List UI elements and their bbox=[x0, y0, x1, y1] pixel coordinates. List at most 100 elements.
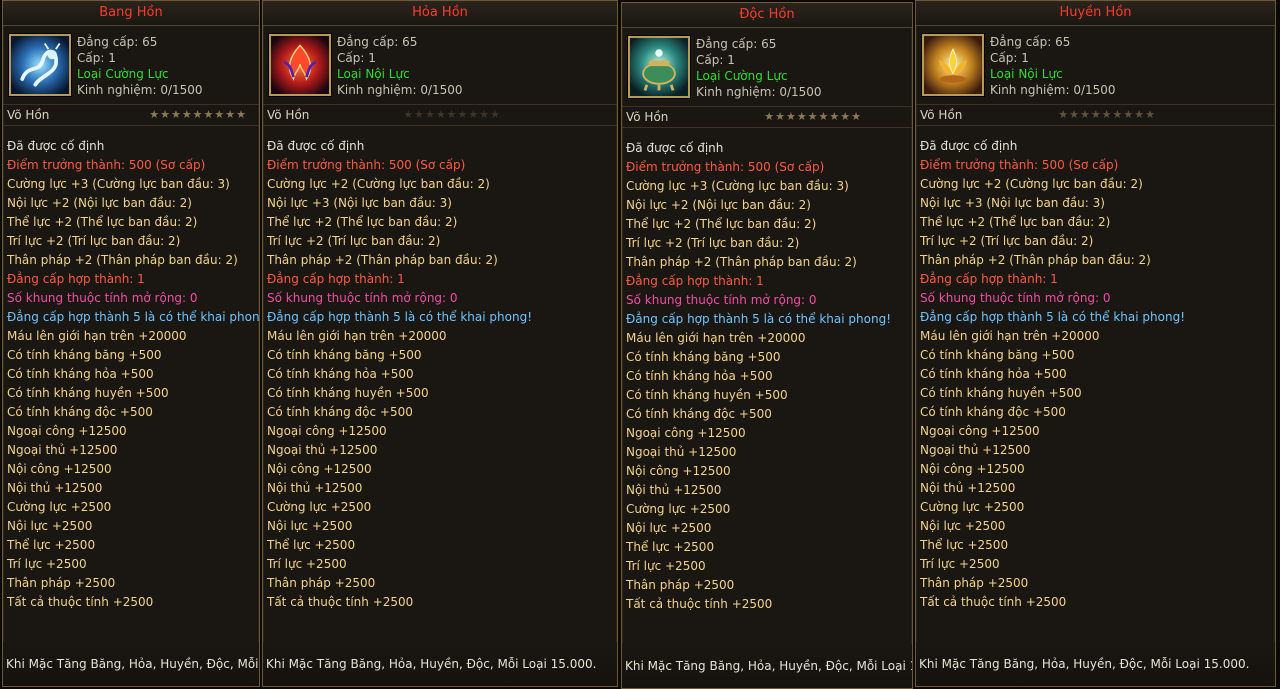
stat-line: Thể lực +2500 bbox=[7, 538, 96, 552]
stat-line: Nội thủ +12500 bbox=[7, 481, 103, 495]
vo-hon-row: Võ Hồn ★★★★★★★★★ bbox=[263, 105, 617, 126]
stat-list: Đã được cố định Điểm trưởng thành: 500 (… bbox=[3, 126, 259, 643]
stat-line: Cường lực +2500 bbox=[626, 502, 731, 516]
stat-line: Có tính kháng băng +500 bbox=[626, 350, 781, 364]
stat-line: Đã được cố định bbox=[626, 141, 724, 155]
stat-line: Có tính kháng độc +500 bbox=[626, 407, 772, 421]
stat-line: Nội công +12500 bbox=[920, 462, 1025, 476]
stat-line: Trí lực +2 (Trí lực ban đầu: 2) bbox=[267, 234, 441, 248]
stat-line: Có tính kháng huyền +500 bbox=[7, 386, 169, 400]
stat-line: Ngoại công +12500 bbox=[7, 424, 127, 438]
stat-line: Đẳng cấp hợp thành 5 là có thể khai phon… bbox=[920, 310, 1186, 324]
item-footer: Khi Mặc Tăng Băng, Hỏa, Huyền, Độc, Mỗi … bbox=[916, 642, 1275, 686]
item-meta: Đẳng cấp: 65 Cấp: 1 Loại Cường Lực Kinh … bbox=[77, 34, 203, 98]
item-tooltip-hoa-hon: Hỏa Hồn Đẳng cấp: 65 Cấp: 1 Loại Nội Lực… bbox=[262, 0, 618, 687]
stat-line: Thân pháp +2500 bbox=[920, 576, 1029, 590]
item-footer: Khi Mặc Tăng Băng, Hỏa, Huyền, Độc, Mỗi … bbox=[622, 644, 912, 688]
item-tooltip-doc-hon: Độc Hồn Đẳng cấp: 65 Cấp: 1 Loại Cường L… bbox=[621, 2, 913, 689]
stat-line: Thân pháp +2500 bbox=[267, 576, 376, 590]
stat-line: Đẳng cấp hợp thành: 1 bbox=[626, 274, 764, 288]
item-header: Đẳng cấp: 65 Cấp: 1 Loại Cường Lực Kinh … bbox=[622, 28, 912, 107]
stat-line: Ngoại thủ +12500 bbox=[920, 443, 1031, 457]
item-level: Đẳng cấp: 65 bbox=[77, 35, 158, 49]
stat-line: Số khung thuộc tính mở rộng: 0 bbox=[7, 291, 198, 305]
stat-line: Có tính kháng băng +500 bbox=[920, 348, 1075, 362]
item-meta: Đẳng cấp: 65 Cấp: 1 Loại Cường Lực Kinh … bbox=[696, 36, 822, 100]
item-exp: Kinh nghiệm: 0/1500 bbox=[696, 85, 822, 99]
stat-line: Có tính kháng hỏa +500 bbox=[920, 367, 1067, 381]
item-level: Đẳng cấp: 65 bbox=[990, 35, 1071, 49]
item-tooltip-bang-hon: Bang Hồn Đẳng cấp: 65 Cấp: 1 Loại Cường … bbox=[2, 0, 260, 687]
stat-line: Nội lực +2500 bbox=[920, 519, 1006, 533]
stat-line: Đã được cố định bbox=[7, 139, 105, 153]
stat-line: Trí lực +2500 bbox=[267, 557, 347, 571]
stat-line: Tất cả thuộc tính +2500 bbox=[7, 595, 154, 609]
stat-line: Nội công +12500 bbox=[7, 462, 112, 476]
item-grade: Cấp: 1 bbox=[990, 51, 1029, 65]
stat-line: Có tính kháng hỏa +500 bbox=[7, 367, 154, 381]
stat-line: Nội thủ +12500 bbox=[267, 481, 363, 495]
stat-line: Ngoại thủ +12500 bbox=[267, 443, 378, 457]
stat-line: Thân pháp +2500 bbox=[7, 576, 116, 590]
stat-line: Tất cả thuộc tính +2500 bbox=[267, 595, 414, 609]
stat-line: Thể lực +2 (Thể lực ban đầu: 2) bbox=[920, 215, 1111, 229]
stat-line: Nội công +12500 bbox=[626, 464, 731, 478]
stat-line: Số khung thuộc tính mở rộng: 0 bbox=[920, 291, 1111, 305]
item-title: Bang Hồn bbox=[3, 1, 259, 26]
stat-line: Cường lực +2500 bbox=[920, 500, 1025, 514]
golden-lotus-icon[interactable] bbox=[922, 34, 984, 96]
stat-line: Có tính kháng hỏa +500 bbox=[267, 367, 414, 381]
stat-line: Trí lực +2500 bbox=[626, 559, 706, 573]
item-grade: Cấp: 1 bbox=[696, 53, 735, 67]
stat-line: Đẳng cấp hợp thành: 1 bbox=[920, 272, 1058, 286]
stat-line: Nội lực +2 (Nội lực ban đầu: 2) bbox=[7, 196, 192, 210]
stat-line: Có tính kháng huyền +500 bbox=[626, 388, 788, 402]
vo-hon-label: Võ Hồn bbox=[267, 108, 310, 122]
stat-line: Nội lực +3 (Nội lực ban đầu: 3) bbox=[267, 196, 452, 210]
item-header: Đẳng cấp: 65 Cấp: 1 Loại Nội Lực Kinh ng… bbox=[263, 26, 617, 105]
stat-line: Đẳng cấp hợp thành 5 là có thể khai phon… bbox=[626, 312, 892, 326]
item-exp: Kinh nghiệm: 0/1500 bbox=[77, 83, 203, 97]
stat-line: Tất cả thuộc tính +2500 bbox=[920, 595, 1067, 609]
stat-line: Thân pháp +2 (Thân pháp ban đầu: 2) bbox=[626, 255, 857, 269]
stat-line: Thể lực +2 (Thể lực ban đầu: 2) bbox=[7, 215, 198, 229]
star-rating: ★★★★★★★★★ bbox=[403, 108, 501, 121]
fire-phoenix-icon[interactable] bbox=[269, 34, 331, 96]
stat-line: Nội thủ +12500 bbox=[920, 481, 1016, 495]
stat-line: Thân pháp +2500 bbox=[626, 578, 735, 592]
stat-line: Có tính kháng độc +500 bbox=[920, 405, 1066, 419]
stat-line: Nội công +12500 bbox=[267, 462, 372, 476]
item-type: Loại Nội Lực bbox=[990, 67, 1063, 81]
stat-line: Có tính kháng độc +500 bbox=[7, 405, 153, 419]
stat-line: Nội lực +2 (Nội lực ban đầu: 2) bbox=[626, 198, 811, 212]
stat-list: Đã được cố định Điểm trưởng thành: 500 (… bbox=[622, 128, 912, 645]
stat-line: Đẳng cấp hợp thành: 1 bbox=[7, 272, 145, 286]
stat-line: Ngoại công +12500 bbox=[267, 424, 387, 438]
stat-line: Đẳng cấp hợp thành 5 là có thể khai phon… bbox=[267, 310, 533, 324]
stat-line: Có tính kháng hỏa +500 bbox=[626, 369, 773, 383]
stat-list: Đã được cố định Điểm trưởng thành: 500 (… bbox=[916, 126, 1275, 643]
vo-hon-label: Võ Hồn bbox=[7, 108, 50, 122]
item-header: Đẳng cấp: 65 Cấp: 1 Loại Nội Lực Kinh ng… bbox=[916, 26, 1275, 105]
stat-line: Thân pháp +2 (Thân pháp ban đầu: 2) bbox=[920, 253, 1151, 267]
item-title: Hỏa Hồn bbox=[263, 1, 617, 26]
stat-line: Máu lên giới hạn trên +20000 bbox=[626, 331, 806, 345]
ice-dragon-icon[interactable] bbox=[9, 34, 71, 96]
stat-line: Cường lực +2500 bbox=[267, 500, 372, 514]
star-rating: ★★★★★★★★★ bbox=[149, 108, 247, 121]
poison-cauldron-icon[interactable] bbox=[628, 36, 690, 98]
stat-line: Có tính kháng băng +500 bbox=[7, 348, 162, 362]
stat-line: Thân pháp +2 (Thân pháp ban đầu: 2) bbox=[7, 253, 238, 267]
star-rating: ★★★★★★★★★ bbox=[764, 110, 862, 123]
item-type: Loại Cường Lực bbox=[77, 67, 169, 81]
item-header: Đẳng cấp: 65 Cấp: 1 Loại Cường Lực Kinh … bbox=[3, 26, 259, 105]
item-title: Độc Hồn bbox=[622, 3, 912, 28]
item-exp: Kinh nghiệm: 0/1500 bbox=[990, 83, 1116, 97]
vo-hon-row: Võ Hồn ★★★★★★★★★ bbox=[916, 105, 1275, 126]
vo-hon-row: Võ Hồn ★★★★★★★★★ bbox=[622, 107, 912, 128]
stat-line: Nội lực +2500 bbox=[7, 519, 93, 533]
stat-line: Thể lực +2500 bbox=[267, 538, 356, 552]
item-grade: Cấp: 1 bbox=[77, 51, 116, 65]
stat-line: Điểm trưởng thành: 500 (Sơ cấp) bbox=[920, 158, 1119, 172]
stat-line: Trí lực +2500 bbox=[7, 557, 87, 571]
